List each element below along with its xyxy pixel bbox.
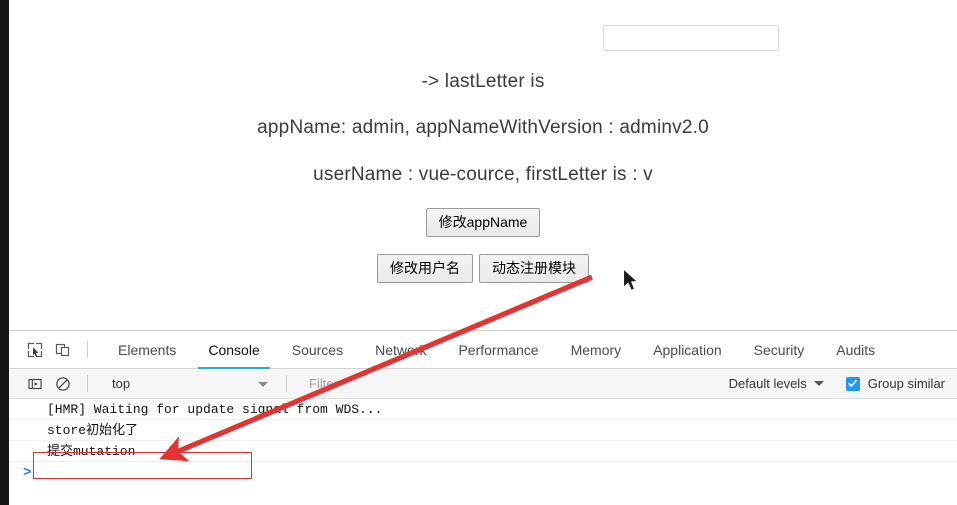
change-appname-button[interactable]: 修改appName xyxy=(425,208,541,237)
chevron-down-icon xyxy=(813,381,824,386)
inspect-element-icon[interactable] xyxy=(21,337,49,363)
browser-left-edge-strip xyxy=(0,0,9,505)
execution-context-selector[interactable]: top xyxy=(98,369,276,399)
device-toolbar-icon[interactable] xyxy=(49,337,77,363)
console-filter-input[interactable] xyxy=(307,368,561,399)
devtools-tab-list: Elements Console Sources Network Perform… xyxy=(102,331,891,369)
app-name-text: appName: admin, appNameWithVersion : adm… xyxy=(257,117,709,138)
tab-sources[interactable]: Sources xyxy=(276,331,359,369)
red-highlight-box-annotation xyxy=(33,452,252,479)
group-similar-toggle[interactable]: Group similar xyxy=(845,376,945,391)
tab-audits[interactable]: Audits xyxy=(820,331,891,369)
tab-application[interactable]: Application xyxy=(637,331,738,369)
devtools-tabbar: Elements Console Sources Network Perform… xyxy=(9,331,957,369)
user-name-text: userName : vue-cource, firstLetter is : … xyxy=(313,164,653,185)
group-similar-label: Group similar xyxy=(867,376,945,391)
screen-root: -> lastLetter is appName: admin, appName… xyxy=(0,0,957,505)
tab-console[interactable]: Console xyxy=(192,331,275,369)
tab-memory[interactable]: Memory xyxy=(555,331,638,369)
execution-context-value: top xyxy=(112,376,131,391)
web-page-content: -> lastLetter is appName: admin, appName… xyxy=(9,0,957,330)
console-sidebar-icon[interactable] xyxy=(21,371,49,397)
checkbox-checked-icon[interactable] xyxy=(845,376,860,391)
prompt-caret-icon: > xyxy=(23,465,32,481)
chevron-down-icon xyxy=(258,381,268,387)
change-username-button[interactable]: 修改用户名 xyxy=(377,254,473,283)
tab-network[interactable]: Network xyxy=(359,331,442,369)
text-input-field[interactable] xyxy=(603,25,779,51)
toolbar-divider xyxy=(87,341,88,358)
console-log-row: [HMR] Waiting for update signal from WDS… xyxy=(9,399,957,420)
filterbar-divider xyxy=(87,375,88,392)
dynamic-register-module-button[interactable]: 动态注册模块 xyxy=(479,254,589,283)
button-row-primary: 修改appName xyxy=(9,208,957,237)
tab-performance[interactable]: Performance xyxy=(442,331,554,369)
log-levels-dropdown[interactable]: Default levels xyxy=(729,376,824,391)
console-filter-bar: top Default levels Group similar xyxy=(9,368,957,399)
clear-console-icon[interactable] xyxy=(49,371,77,397)
console-log-row: store初始化了 xyxy=(9,420,957,441)
tab-elements[interactable]: Elements xyxy=(102,331,192,369)
button-row-secondary: 修改用户名 动态注册模块 xyxy=(9,254,957,283)
tab-security[interactable]: Security xyxy=(738,331,821,369)
last-letter-text: -> lastLetter is xyxy=(421,71,545,92)
filter-divider xyxy=(286,375,287,392)
log-levels-label: Default levels xyxy=(728,376,807,391)
